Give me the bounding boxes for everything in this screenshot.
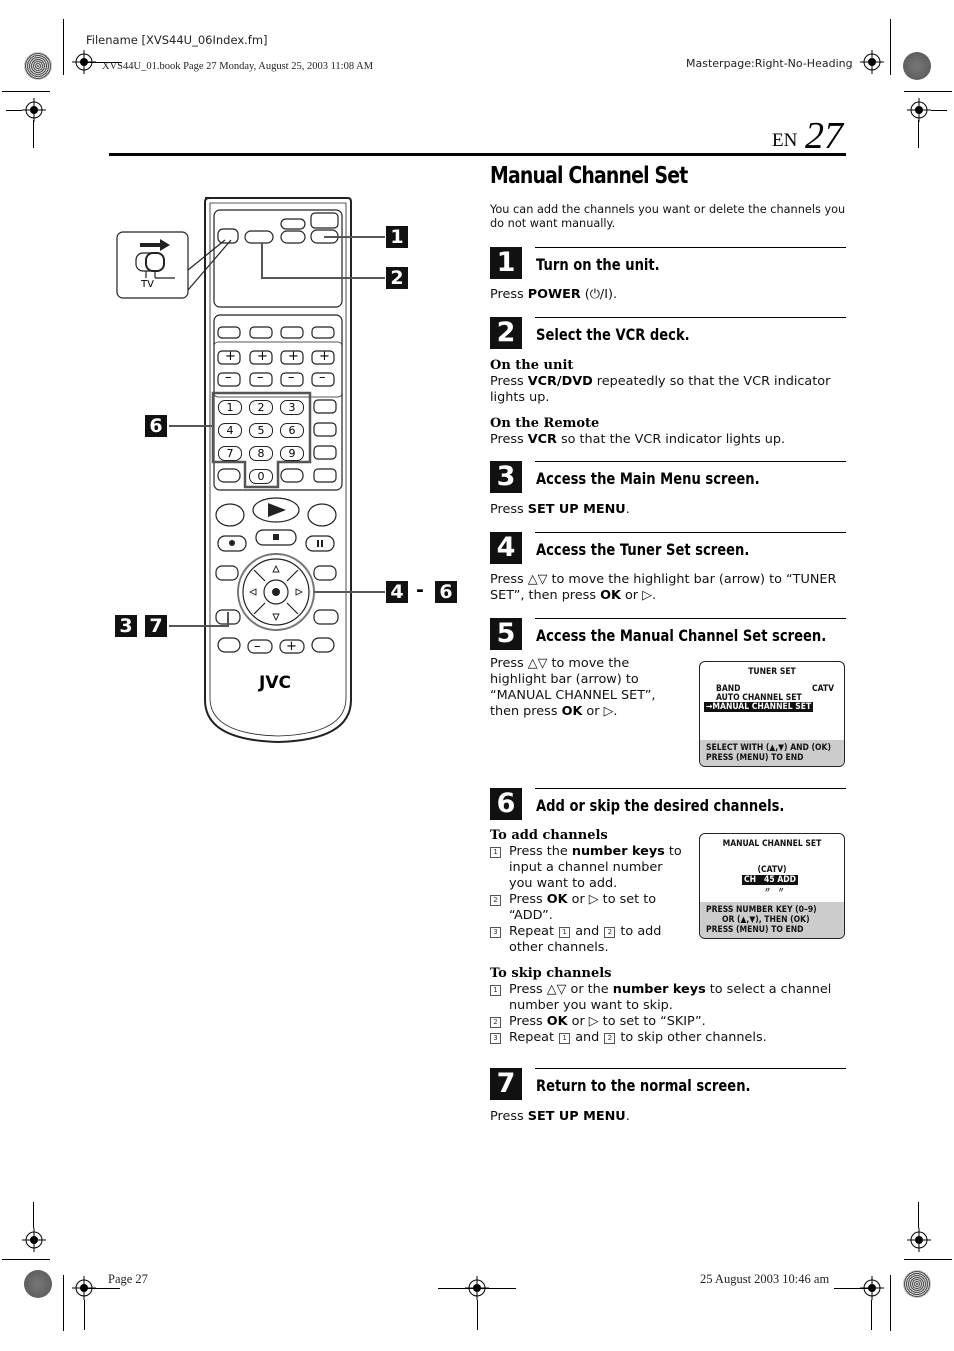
crop-line: [84, 1288, 120, 1289]
left-arrow-icon: [248, 588, 257, 596]
minus-icon: –: [319, 370, 326, 385]
fast-forward-button: [307, 503, 337, 527]
registration-mark-icon: [907, 1228, 931, 1252]
key-5: 5: [249, 423, 273, 438]
crop-line: [477, 1300, 478, 1330]
minus-icon: –: [254, 639, 261, 654]
crop-line: [871, 1300, 872, 1330]
number-keypad: 1 2 3 4 5 6 7 8 9 0: [218, 400, 308, 490]
remote-illustration: [116, 197, 385, 744]
registration-dot-icon: [903, 1270, 931, 1298]
plus-icon: +: [225, 349, 236, 364]
tv-button: [280, 230, 306, 244]
minus-icon: –: [257, 370, 264, 385]
key-1: 1: [218, 400, 242, 415]
skip-forward-button: [313, 565, 337, 581]
pause-button: [305, 535, 335, 552]
dvd-button: [280, 218, 306, 230]
key-8: 8: [249, 446, 273, 461]
key-9: 9: [280, 446, 304, 461]
callout-step-1: 1: [386, 226, 408, 248]
callout-range-dash: -: [416, 579, 424, 601]
tv-switch-label: TV: [141, 279, 154, 290]
plus-icon: +: [288, 349, 299, 364]
crop-line: [834, 1288, 870, 1289]
crop-line: [904, 1259, 952, 1260]
minus-icon: –: [288, 370, 295, 385]
minus-icon: –: [225, 370, 232, 385]
key-2: 2: [249, 400, 273, 415]
callout-step-7: 7: [145, 615, 167, 637]
pause-icon: [317, 540, 319, 547]
key-0: 0: [249, 469, 273, 484]
key-3: 3: [280, 400, 304, 415]
crop-line: [918, 1202, 919, 1228]
ok-center-icon: [272, 588, 280, 596]
record-icon: [229, 540, 235, 546]
right-arrow-icon: [295, 588, 304, 596]
skip-back-button: [215, 565, 239, 581]
remote-top-panel: [213, 209, 343, 308]
remote-brand-logo: JVC: [259, 673, 291, 693]
stop-icon: [273, 534, 279, 540]
down-arrow-icon: [272, 613, 280, 622]
callout-step-6b: 6: [435, 581, 457, 603]
crop-line: [33, 1202, 34, 1228]
rewind-button: [215, 503, 245, 527]
callout-step-4: 4: [386, 581, 408, 603]
switch-arrow-icon: [140, 239, 170, 251]
footer-date-mark: 25 August 2003 10:46 am: [700, 1272, 830, 1286]
crop-line: [63, 1275, 64, 1331]
vcr-button: [244, 230, 274, 244]
power-button-top: [310, 212, 339, 229]
up-arrow-icon: [272, 564, 280, 573]
callout-step-3: 3: [115, 615, 137, 637]
callout-step-2: 2: [386, 267, 408, 289]
crop-line: [890, 1275, 891, 1331]
tv-switch: [217, 228, 239, 244]
plus-icon: +: [319, 349, 330, 364]
crop-line: [2, 1259, 50, 1260]
registration-mark-icon: [22, 1228, 46, 1252]
play-icon: [268, 503, 286, 517]
return-button: [313, 609, 339, 625]
plus-icon: +: [257, 349, 268, 364]
callout-step-6: 6: [145, 415, 167, 437]
footer-page-mark: Page 27: [108, 1272, 148, 1286]
key-6: 6: [280, 423, 304, 438]
crop-line: [438, 1288, 516, 1289]
key-4: 4: [218, 423, 242, 438]
key-7: 7: [218, 446, 242, 461]
crop-line: [84, 1300, 85, 1330]
plus-icon: +: [286, 639, 297, 654]
registration-dot-icon: [24, 1270, 52, 1298]
